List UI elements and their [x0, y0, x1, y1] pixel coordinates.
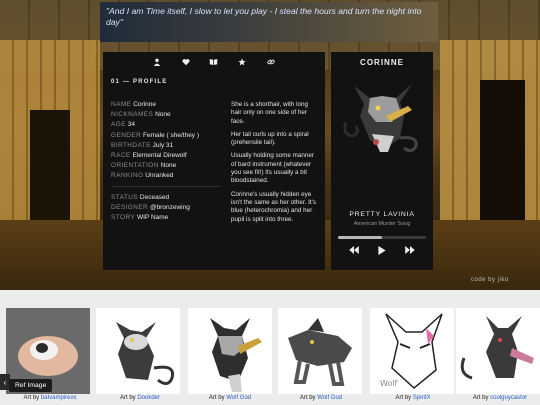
art-credit: Art by coolguycastor: [450, 395, 540, 401]
bio-paragraph: Her tail curls up into a spiral (prehens…: [231, 130, 309, 147]
stat-value: Deceased: [139, 193, 170, 201]
stat-value: Female ( she/they ): [143, 131, 200, 139]
code-credit[interactable]: code by jiko: [471, 277, 509, 283]
character-name: CORINNE: [360, 58, 404, 67]
artist-link[interactable]: Wolf God: [317, 395, 342, 401]
art-credit: Art by Wolf God: [271, 395, 371, 401]
stat-key: RANKING: [111, 172, 144, 180]
gallery-image-2[interactable]: [96, 308, 180, 394]
left-doorway: [30, 110, 70, 230]
progress-bar[interactable]: [338, 236, 426, 239]
gallery-image-3[interactable]: [188, 308, 272, 394]
ref-image-badge: Ref Image: [9, 379, 53, 392]
quote-text: "And I am Time itself, I slow to let you…: [106, 6, 422, 27]
stat-value: 34: [127, 121, 135, 129]
art-credit: Art by Wolf God: [180, 395, 280, 401]
art-credit-prefix: Art by: [299, 395, 318, 401]
stat-row: STATUS Deceased: [111, 193, 221, 203]
music-player-card: CORINNE PRETTY LAVINIA American Murder S…: [331, 52, 433, 270]
profile-panel: 01 — PROFILE NAME Corinne NICKNAMES None A…: [103, 52, 325, 270]
right-doorway: [480, 80, 525, 240]
ref-gallery: Wolf ‹ Ref Image Art by batvampirexx Art …: [0, 290, 540, 405]
section-title: 01 — PROFILE: [111, 79, 168, 85]
user-icon[interactable]: [150, 55, 164, 69]
bio-paragraph: Corinne's usually hidden eye isn't the s…: [231, 190, 317, 223]
stat-key: RACE: [111, 152, 131, 160]
stat-value: @bronzewing: [149, 203, 190, 211]
stat-key: NAME: [111, 101, 132, 108]
stat-row: AGE 34: [111, 120, 221, 130]
stat-value: Corinne: [133, 101, 156, 108]
stat-value: Unranked: [145, 172, 174, 180]
stat-value: Elemental Direwolf: [132, 152, 187, 160]
stat-value: None: [160, 162, 177, 170]
book-icon[interactable]: [207, 55, 221, 69]
svg-text:Wolf: Wolf: [380, 379, 398, 388]
star-icon[interactable]: [235, 55, 249, 69]
stats-list: NAME Corinne NICKNAMES None AGE 34 GENDER F…: [111, 100, 221, 223]
stat-value: WIP Name: [136, 214, 169, 222]
stat-key: GENDER: [111, 131, 142, 139]
stat-key: STORY: [111, 214, 136, 222]
stat-key: STATUS: [111, 193, 139, 201]
stat-row: DESIGNER @bronzewing: [111, 203, 221, 213]
progress-fill: [338, 236, 382, 239]
link-icon[interactable]: [264, 55, 278, 69]
stat-row: NICKNAMES None: [111, 110, 221, 120]
art-credit: Art by Dookder: [90, 395, 190, 401]
artist-link[interactable]: coolguycastor: [490, 395, 527, 401]
tab-bar: [103, 52, 325, 72]
artist-link[interactable]: batvampirexx: [41, 395, 77, 401]
bio-paragraph: Usually holding some manner of bard inst…: [231, 152, 314, 185]
prev-icon[interactable]: [348, 246, 359, 257]
artist-link[interactable]: SpiritX: [413, 395, 431, 401]
artist-link[interactable]: Dookder: [137, 395, 160, 401]
art-credit-prefix: Art by: [395, 395, 413, 401]
stat-key: DESIGNER: [111, 203, 149, 211]
stat-row: RANKING Unranked: [111, 171, 221, 181]
art-credit-prefix: Art by: [23, 395, 41, 401]
bio-text: She is a shorthair, with long hair only …: [231, 101, 320, 229]
stats-divider: [111, 185, 221, 193]
artist-link[interactable]: Wolf God: [226, 395, 251, 401]
stat-row: BIRTHDATE July 31: [111, 141, 221, 151]
heart-icon[interactable]: [179, 55, 193, 69]
song-artist: American Murder Song: [353, 221, 411, 227]
stat-row: NAME Corinne: [111, 100, 221, 110]
next-icon[interactable]: [405, 246, 416, 257]
stat-value: July 31: [152, 141, 174, 149]
stat-value: None: [155, 111, 171, 119]
stat-key: BIRTHDATE: [111, 141, 151, 149]
art-credit: Art by batvampirexx: [0, 395, 100, 401]
art-credit-prefix: Art by: [119, 395, 138, 401]
stat-row: RACE Elemental Direwolf: [111, 151, 221, 161]
art-credit-prefix: Art by: [472, 395, 491, 401]
song-title: PRETTY LAVINIA: [349, 211, 415, 218]
quote-banner: "And I am Time itself, I slow to let you…: [100, 2, 438, 42]
stat-row: GENDER Female ( she/they ): [111, 131, 221, 141]
art-credit: Art by SpiritX: [363, 395, 463, 401]
player-controls: [331, 246, 433, 257]
character-art: [343, 84, 418, 153]
play-icon[interactable]: [378, 246, 386, 257]
bio-paragraph: She is a shorthair, with long hair only …: [231, 101, 309, 125]
gallery-image-4[interactable]: [278, 308, 362, 394]
gallery-image-6[interactable]: [456, 308, 540, 394]
stat-key: AGE: [111, 121, 126, 129]
art-credit-prefix: Art by: [208, 395, 227, 401]
stat-row: STORY WIP Name: [111, 213, 221, 223]
stat-key: NICKNAMES: [111, 111, 154, 119]
stat-key: ORIENTATION: [111, 162, 159, 170]
gallery-image-5[interactable]: Wolf: [370, 308, 454, 394]
stat-row: ORIENTATION None: [111, 161, 221, 171]
